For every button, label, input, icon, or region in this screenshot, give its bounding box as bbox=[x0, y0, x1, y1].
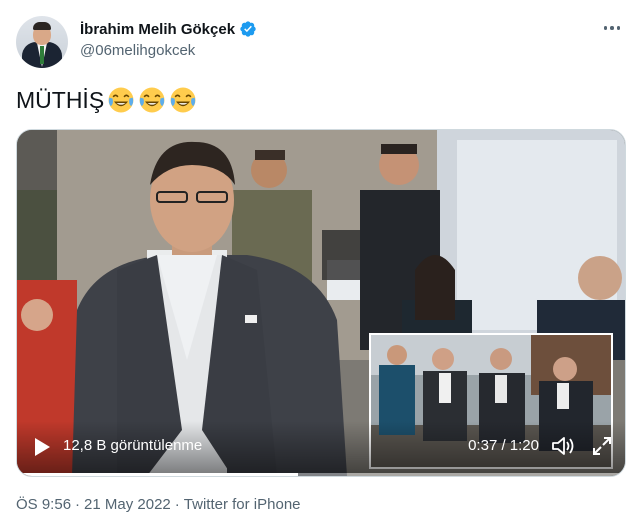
meta-separator: · bbox=[174, 496, 180, 513]
tears-of-joy-emoji-icon bbox=[139, 87, 165, 113]
avatar-hair bbox=[33, 22, 51, 30]
tweet-text: MÜTHİŞ bbox=[16, 86, 197, 114]
author-display-name[interactable]: İbrahim Melih Gökçek bbox=[80, 21, 235, 38]
video-controls: 12,8 B görüntülenme 0:37 / 1:20 bbox=[17, 421, 625, 473]
fullscreen-icon[interactable] bbox=[591, 435, 613, 457]
video-progress-fill bbox=[17, 473, 299, 476]
tweet-card: İbrahim Melih Gökçek @06melihgokcek MÜTH… bbox=[0, 0, 640, 530]
author-name-row: İbrahim Melih Gökçek bbox=[80, 20, 257, 38]
tweet-time[interactable]: ÖS 9:56 bbox=[16, 496, 71, 513]
video-progress-bar[interactable] bbox=[17, 473, 625, 476]
tears-of-joy-emoji-icon bbox=[170, 87, 196, 113]
volume-icon[interactable] bbox=[551, 435, 575, 457]
author-avatar[interactable] bbox=[16, 16, 68, 68]
tears-of-joy-emoji-icon bbox=[108, 87, 134, 113]
meta-separator: · bbox=[75, 496, 81, 513]
video-player[interactable]: 12,8 B görüntülenme 0:37 / 1:20 bbox=[16, 129, 626, 477]
tweet-date[interactable]: 21 May 2022 bbox=[84, 496, 171, 513]
video-time: 0:37 / 1:20 bbox=[468, 437, 539, 454]
more-options-icon[interactable] bbox=[598, 18, 626, 38]
verified-badge-icon bbox=[240, 21, 256, 37]
play-icon[interactable] bbox=[33, 437, 51, 457]
tweet-source[interactable]: Twitter for iPhone bbox=[184, 496, 301, 513]
tweet-meta: ÖS 9:56 · 21 May 2022 · Twitter for iPho… bbox=[16, 496, 301, 513]
author-handle[interactable]: @06melihgokcek bbox=[80, 42, 195, 59]
avatar-tie bbox=[40, 46, 44, 64]
view-count: 12,8 B görüntülenme bbox=[63, 437, 203, 454]
tweet-text-content: MÜTHİŞ bbox=[16, 86, 105, 113]
